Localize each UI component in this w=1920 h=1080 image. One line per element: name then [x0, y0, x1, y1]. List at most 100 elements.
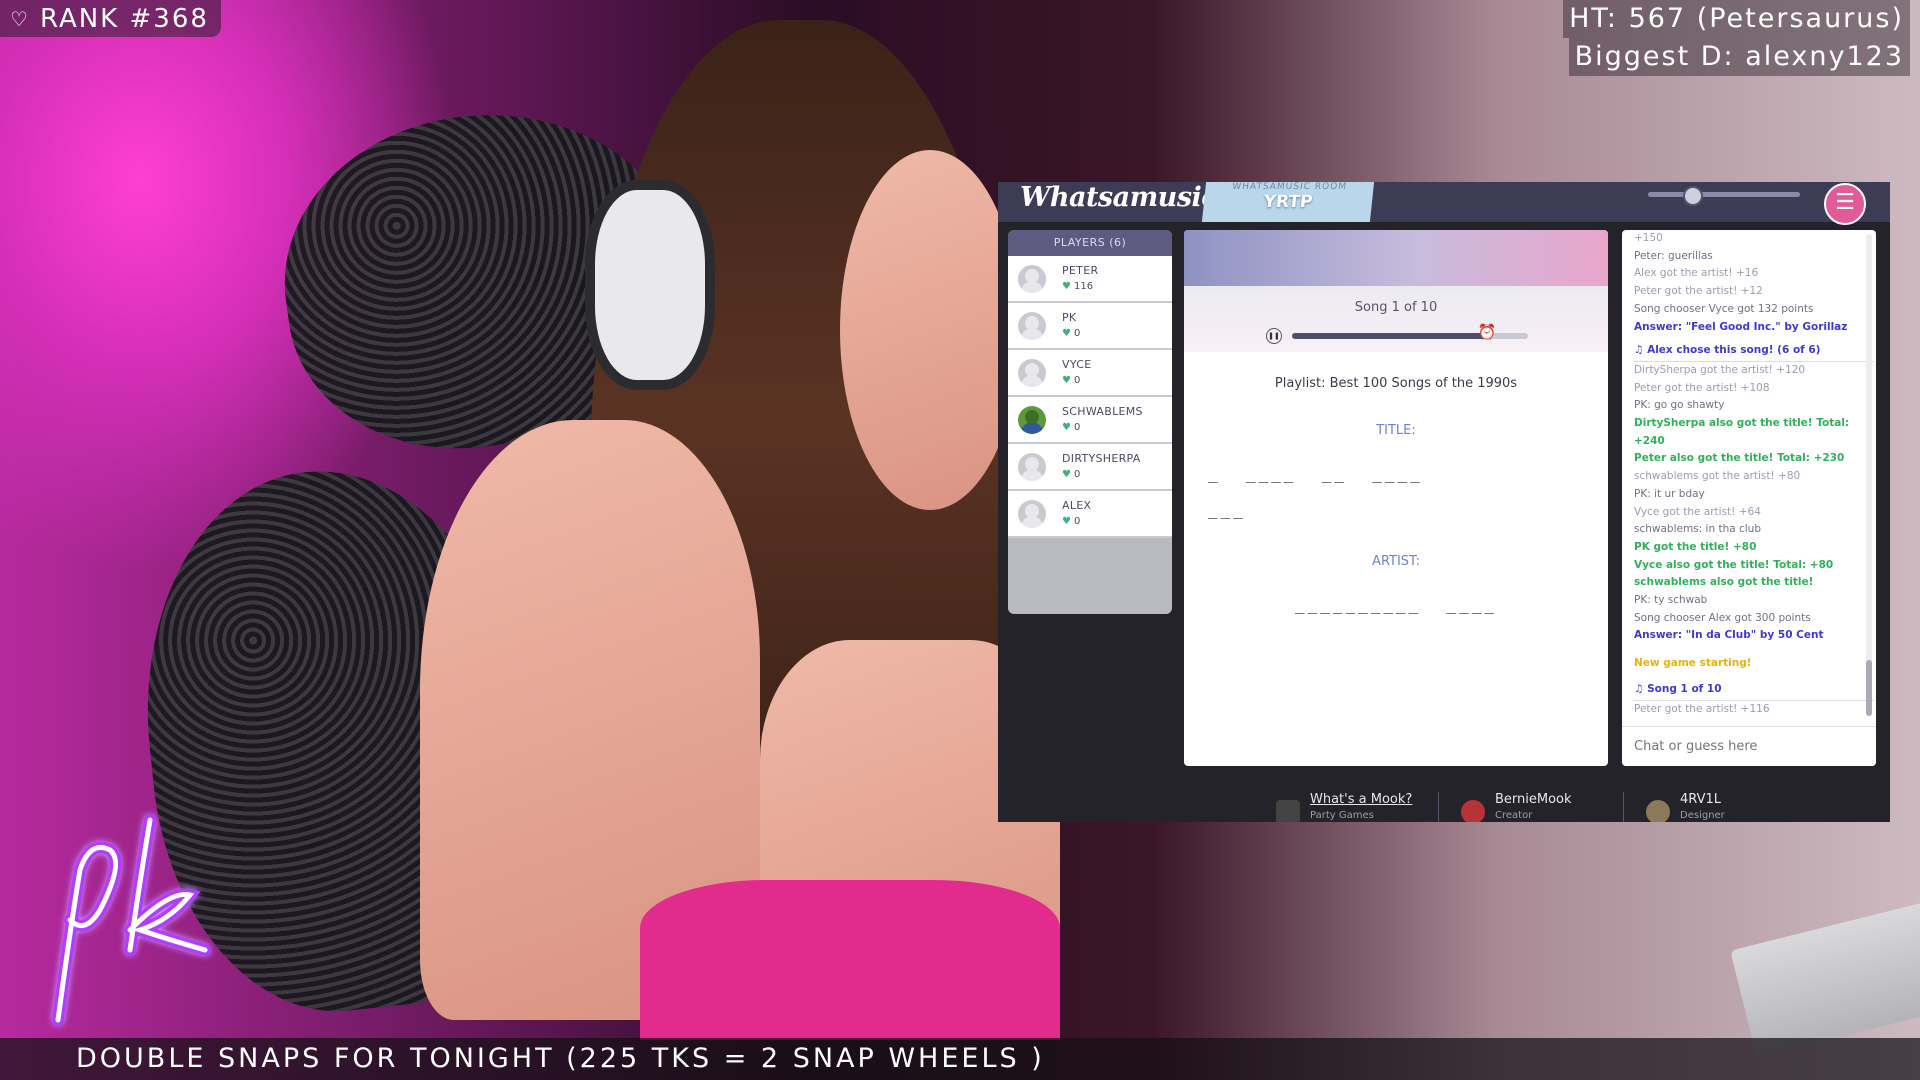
- streamer-face: [840, 150, 1020, 510]
- footer-title[interactable]: What's a Mook?: [1310, 792, 1412, 807]
- alarm-clock-icon: ⏰: [1477, 323, 1497, 341]
- footer-sub: Party Games: [1310, 810, 1374, 821]
- default-avatar-icon: [1018, 312, 1046, 340]
- player-score-value: 0: [1073, 469, 1081, 480]
- title-label: TITLE:: [1376, 423, 1416, 438]
- chat-message: ♫ Alex chose this song! (6 of 6): [1634, 342, 1874, 362]
- default-avatar-icon: [1018, 359, 1046, 387]
- heart-icon: ♥: [1062, 422, 1071, 433]
- chat-message: DirtySherpa got the artist! +120: [1634, 363, 1806, 376]
- player-row[interactable]: ALEX ♥ 0: [1008, 491, 1172, 538]
- player-list: PETER ♥ 116 PK ♥ 0 VYCE ♥ 0 SCHWABLEMS ♥ 0 DIRTYSHER…: [1008, 256, 1172, 538]
- chat-message: Vyce got the artist! +64: [1634, 505, 1761, 518]
- footer-item-creator[interactable]: BernieMook Creator: [1461, 792, 1611, 822]
- chat-message: Peter also got the title! Total: +230: [1634, 452, 1845, 465]
- chat-message: New game starting!: [1634, 657, 1752, 670]
- player-score-value: 116: [1073, 281, 1094, 292]
- volume-knob[interactable]: [1682, 186, 1703, 206]
- room-code-tag: WHATSAMUSIC ROOM YRTP: [1201, 182, 1375, 222]
- chat-scrollbar-thumb[interactable]: [1866, 660, 1872, 716]
- footer-sub: Creator: [1495, 810, 1533, 821]
- room-code: YRTP: [1262, 192, 1314, 212]
- heart-icon: ♥: [1062, 281, 1071, 292]
- chat-message: Answer: "Feel Good Inc." by Gorillaz: [1634, 320, 1848, 333]
- chat-scrollbar[interactable]: [1866, 234, 1872, 716]
- title-blanks-line-1: _ ____ __ ____: [1208, 464, 1423, 483]
- chat-message: PK: go go shawty: [1634, 399, 1725, 412]
- volume-slider[interactable]: [1648, 186, 1800, 206]
- chat-input[interactable]: [1622, 726, 1876, 766]
- creator-avatar-icon: [1461, 800, 1485, 822]
- player-row[interactable]: PETER ♥ 116: [1008, 256, 1172, 303]
- rank-text: RANK #368: [39, 3, 209, 34]
- chat-log: +150 Peter: guerillas Alex got the artist!…: [1622, 230, 1874, 722]
- chat-panel: +150 Peter: guerillas Alex got the artist!…: [1622, 230, 1876, 766]
- player-name: SCHWABLEMS: [1062, 405, 1143, 418]
- chat-message: Alex got the artist! +16: [1634, 267, 1759, 280]
- chat-message: Song chooser Vyce got 132 points: [1634, 302, 1814, 315]
- game-header: Whatsamusic WHATSAMUSIC ROOM YRTP ☰: [998, 182, 1890, 225]
- player-row[interactable]: PK ♥ 0: [1008, 303, 1172, 350]
- stream-stats: HT: 567 (Petersaurus) Biggest D: alexny1…: [1563, 0, 1910, 76]
- artist-label: ARTIST:: [1372, 554, 1420, 569]
- footer-item-mook[interactable]: What's a Mook? Party Games: [1276, 792, 1426, 822]
- player-name: VYCE: [1062, 358, 1092, 371]
- heart-icon: ♡: [10, 6, 30, 31]
- biggest-d-text: Biggest D: alexny123: [1568, 38, 1910, 76]
- pause-icon[interactable]: ❚❚: [1266, 328, 1282, 344]
- mook-logo-icon: [1276, 800, 1300, 822]
- heart-icon: ♥: [1062, 328, 1071, 339]
- hamburger-menu-icon[interactable]: ☰: [1824, 183, 1866, 225]
- chat-message: +150: [1634, 232, 1663, 244]
- chat-message: Peter got the artist! +12: [1634, 285, 1763, 298]
- artist-blanks: __________ ____: [1294, 595, 1498, 614]
- chat-message: schwablems: in tha club: [1634, 523, 1761, 536]
- player-score-value: 0: [1073, 328, 1081, 339]
- title-blanks-line-2: ___: [1208, 500, 1246, 519]
- chat-message: Peter got the artist! +116: [1634, 702, 1770, 715]
- player-name: ALEX: [1062, 499, 1092, 512]
- footer-title: BernieMook: [1495, 792, 1572, 807]
- playlist-text: Playlist: Best 100 Songs of the 1990s: [1274, 376, 1518, 391]
- chat-message: PK: it ur bday: [1634, 487, 1705, 500]
- footer-divider: [1438, 792, 1439, 822]
- chat-message: ♫ Song 1 of 10: [1634, 681, 1874, 701]
- player-row[interactable]: DIRTYSHERPA ♥ 0: [1008, 444, 1172, 491]
- song-counter: Song 1 of 10: [1354, 300, 1438, 315]
- player-name: PETER: [1062, 264, 1099, 277]
- player-score-value: 0: [1073, 375, 1081, 386]
- player-score-value: 0: [1073, 422, 1081, 433]
- player-score: ♥ 0: [1062, 328, 1080, 339]
- chat-message: Peter got the artist! +108: [1634, 381, 1770, 394]
- player-score: ♥ 0: [1062, 516, 1080, 527]
- pk-logo: [52, 814, 211, 1026]
- players-header: PLAYERS (6): [1008, 230, 1172, 256]
- chat-message: schwablems got the artist! +80: [1634, 470, 1801, 483]
- frog-avatar-icon: [1018, 406, 1046, 434]
- heart-icon: ♥: [1062, 469, 1071, 480]
- song-banner: [1184, 230, 1608, 286]
- room-label: WHATSAMUSIC ROOM: [1231, 182, 1348, 192]
- player-name: DIRTYSHERPA: [1062, 452, 1141, 465]
- player-score: ♥ 116: [1062, 281, 1093, 292]
- player-score: ♥ 0: [1062, 422, 1080, 433]
- chat-message: Song chooser Alex got 300 points: [1634, 611, 1811, 624]
- player-row[interactable]: SCHWABLEMS ♥ 0: [1008, 397, 1172, 444]
- player-name: PK: [1062, 311, 1077, 324]
- chat-message: Vyce also got the title! Total: +80: [1634, 558, 1834, 571]
- footer-item-designer[interactable]: 4RV1L Designer: [1646, 792, 1796, 822]
- app-logo[interactable]: Whatsamusic: [1020, 182, 1218, 213]
- rank-badge: ♡ RANK #368: [0, 0, 221, 37]
- keyboard: [1730, 892, 1920, 1058]
- chat-message: PK: ty schwab: [1634, 594, 1708, 607]
- footer-sub: Designer: [1680, 810, 1725, 821]
- divider: [1438, 792, 1439, 822]
- player-score: ♥ 0: [1062, 375, 1080, 386]
- chat-message: PK got the title! +80: [1634, 540, 1757, 553]
- streamer-top: [640, 880, 1060, 1040]
- heart-icon: ♥: [1062, 516, 1071, 527]
- chat-message: DirtySherpa also got the title! Total: +…: [1634, 417, 1850, 447]
- heart-icon: ♥: [1062, 375, 1071, 386]
- chat-message: Answer: "In da Club" by 50 Cent: [1634, 629, 1824, 642]
- player-row[interactable]: VYCE ♥ 0: [1008, 350, 1172, 397]
